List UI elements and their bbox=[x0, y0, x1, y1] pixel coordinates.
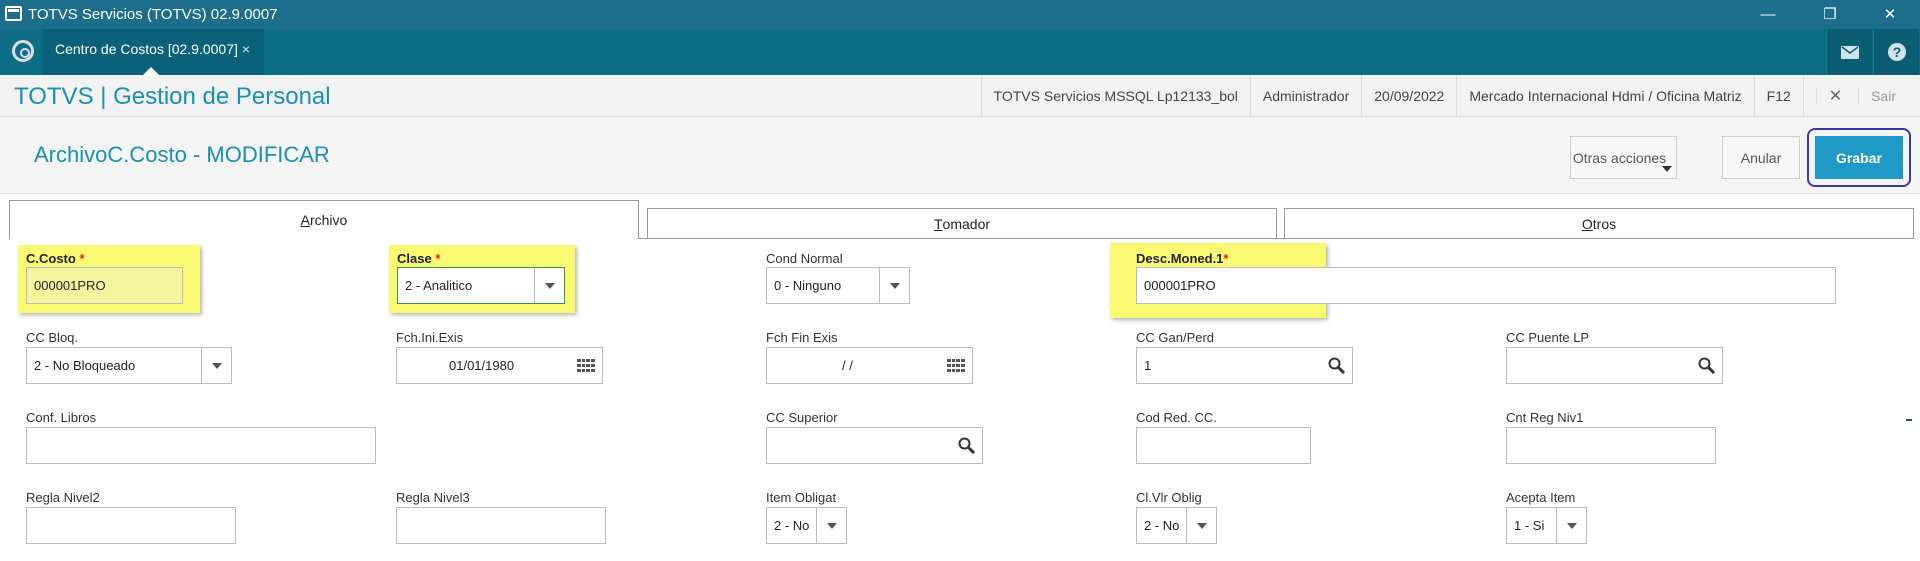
tab-otros-key: O bbox=[1581, 215, 1593, 232]
svg-text:?: ? bbox=[1892, 44, 1901, 60]
search-icon[interactable] bbox=[1698, 357, 1715, 374]
chevron-down-icon[interactable] bbox=[201, 348, 231, 383]
window-title: TOTVS Servicios (TOTVS) 02.9.0007 bbox=[28, 6, 278, 23]
other-actions-label: Otras acciones bbox=[1572, 149, 1667, 166]
search-icon[interactable] bbox=[958, 437, 975, 454]
cc-gan-field[interactable]: 1 bbox=[1136, 347, 1353, 384]
exit-label: Sair bbox=[1858, 88, 1908, 104]
label-desc-moned: Desc.Moned.1* bbox=[1136, 251, 1229, 266]
tab-label: Centro de Costos [02.9.0007] bbox=[55, 41, 238, 57]
clase-select[interactable]: 2 - Analitico bbox=[397, 267, 565, 304]
cod-red-field[interactable] bbox=[1136, 427, 1311, 464]
search-icon[interactable] bbox=[1328, 357, 1345, 374]
label-clase: Clase * bbox=[397, 251, 441, 266]
item-oblig-select[interactable]: 2 - No bbox=[766, 507, 847, 544]
fch-ini-field[interactable]: 01/01/1980 bbox=[396, 347, 603, 384]
chevron-down-icon[interactable] bbox=[534, 268, 564, 303]
window-titlebar: TOTVS Servicios (TOTVS) 02.9.0007 — ❐ ✕ bbox=[0, 0, 1920, 29]
minimize-button[interactable]: — bbox=[1740, 0, 1796, 29]
cancel-button[interactable]: Anular bbox=[1722, 136, 1800, 179]
label-ccosto: C.Costo * bbox=[26, 251, 85, 266]
other-actions-button[interactable]: Otras acciones bbox=[1570, 136, 1677, 179]
env-company[interactable]: Mercado Internacional Hdmi / Oficina Mat… bbox=[1456, 75, 1753, 117]
env-date[interactable]: 20/09/2022 bbox=[1361, 75, 1456, 117]
restore-button[interactable]: ❐ bbox=[1802, 0, 1858, 29]
help-icon: ? bbox=[1887, 43, 1906, 61]
cnt-reg-field[interactable] bbox=[1506, 427, 1716, 464]
tab-otros-rest: tros bbox=[1592, 215, 1617, 232]
environment-bar: TOTVS | Gestion de Personal TOTVS Servic… bbox=[0, 75, 1920, 117]
label-fch-ini: Fch.Ini.Exis bbox=[396, 330, 464, 345]
label-cond-normal: Cond Normal bbox=[766, 251, 843, 266]
tab-archivo-key: A bbox=[300, 212, 310, 228]
cl-vlr-select[interactable]: 2 - No bbox=[1136, 507, 1217, 544]
chevron-down-icon[interactable] bbox=[1556, 508, 1586, 543]
program-tabbar: Centro de Costos [02.9.0007] × ? bbox=[0, 29, 1920, 75]
ccosto-field[interactable]: 000001PRO bbox=[26, 267, 183, 304]
label-cnt-reg: Cnt Reg Niv1 bbox=[1506, 410, 1584, 425]
acepta-select[interactable]: 1 - Si bbox=[1506, 507, 1587, 544]
env-user[interactable]: Administrador bbox=[1249, 75, 1361, 117]
tab-tomador-key: T bbox=[933, 215, 943, 232]
label-conf-libros: Conf. Libros bbox=[26, 410, 97, 425]
label-cod-red: Cod Red. CC. bbox=[1136, 410, 1217, 425]
label-regla3: Regla Nivel3 bbox=[396, 490, 470, 505]
calendar-icon[interactable] bbox=[577, 359, 595, 373]
label-acepta: Acepta Item bbox=[1506, 490, 1576, 505]
label-fch-fin: Fch Fin Exis bbox=[766, 330, 838, 345]
label-cl-vlr: Cl.Vlr Oblig bbox=[1136, 490, 1202, 505]
tab-centro-de-costos[interactable]: Centro de Costos [02.9.0007] × bbox=[43, 29, 265, 75]
folder-tabs: Archivo Tomador Otros bbox=[0, 197, 1920, 239]
env-shortcut[interactable]: F12 bbox=[1753, 75, 1803, 117]
label-regla2: Regla Nivel2 bbox=[26, 490, 100, 505]
totvs-logo-icon[interactable] bbox=[12, 40, 34, 62]
cond-normal-select[interactable]: 0 - Ninguno bbox=[766, 267, 910, 304]
close-window-button[interactable]: ✕ bbox=[1862, 0, 1918, 29]
app-icon bbox=[5, 6, 22, 21]
regla3-field[interactable] bbox=[396, 507, 606, 544]
tab-otros[interactable]: Otros bbox=[1284, 208, 1914, 239]
exit-button[interactable]: ✕ Sair bbox=[1802, 75, 1920, 117]
label-cc-puente: CC Puente LP bbox=[1506, 330, 1590, 345]
chevron-down-icon bbox=[1662, 166, 1672, 172]
folder-divider bbox=[639, 238, 1914, 239]
label-cc-gan: CC Gan/Perd bbox=[1136, 330, 1215, 345]
save-button[interactable]: Grabar bbox=[1815, 136, 1903, 179]
label-cc-bloq: CC Bloq. bbox=[26, 330, 79, 345]
desc-moned-field[interactable]: 000001PRO bbox=[1136, 267, 1836, 304]
regla2-field[interactable] bbox=[26, 507, 236, 544]
save-button-focus-ring: Grabar bbox=[1807, 128, 1911, 187]
mail-icon bbox=[1840, 45, 1859, 59]
action-bar: ArchivoC.Costo - MODIFICAR Otras accione… bbox=[0, 117, 1920, 194]
label-cc-superior: CC Superior bbox=[766, 410, 838, 425]
app-brand: TOTVS | Gestion de Personal bbox=[14, 83, 331, 110]
cc-superior-field[interactable] bbox=[766, 427, 983, 464]
chevron-down-icon[interactable] bbox=[1186, 508, 1216, 543]
cancel-label: Anular bbox=[1740, 149, 1782, 166]
cc-bloq-select[interactable]: 2 - No Bloqueado bbox=[26, 347, 232, 384]
tab-archivo[interactable]: Archivo bbox=[9, 200, 639, 239]
help-button[interactable]: ? bbox=[1873, 29, 1919, 75]
conf-libros-field[interactable] bbox=[26, 427, 376, 464]
chevron-down-icon[interactable] bbox=[879, 268, 909, 303]
tab-tomador[interactable]: Tomador bbox=[647, 208, 1277, 239]
tab-tomador-rest: omador bbox=[942, 215, 991, 232]
fch-fin-field[interactable]: / / bbox=[766, 347, 973, 384]
env-server[interactable]: TOTVS Servicios MSSQL Lp12133_bol bbox=[980, 75, 1250, 117]
scroll-marker bbox=[1906, 419, 1912, 421]
tab-close-icon[interactable]: × bbox=[242, 41, 250, 57]
calendar-icon[interactable] bbox=[947, 359, 965, 373]
chevron-down-icon[interactable] bbox=[816, 508, 846, 543]
mail-button[interactable] bbox=[1826, 29, 1872, 75]
tab-archivo-rest: rchivo bbox=[309, 212, 348, 228]
cc-puente-field[interactable] bbox=[1506, 347, 1723, 384]
label-item-oblig: Item Obligat bbox=[766, 490, 837, 505]
page-title: ArchivoC.Costo - MODIFICAR bbox=[34, 142, 330, 167]
exit-icon: ✕ bbox=[1815, 88, 1855, 105]
